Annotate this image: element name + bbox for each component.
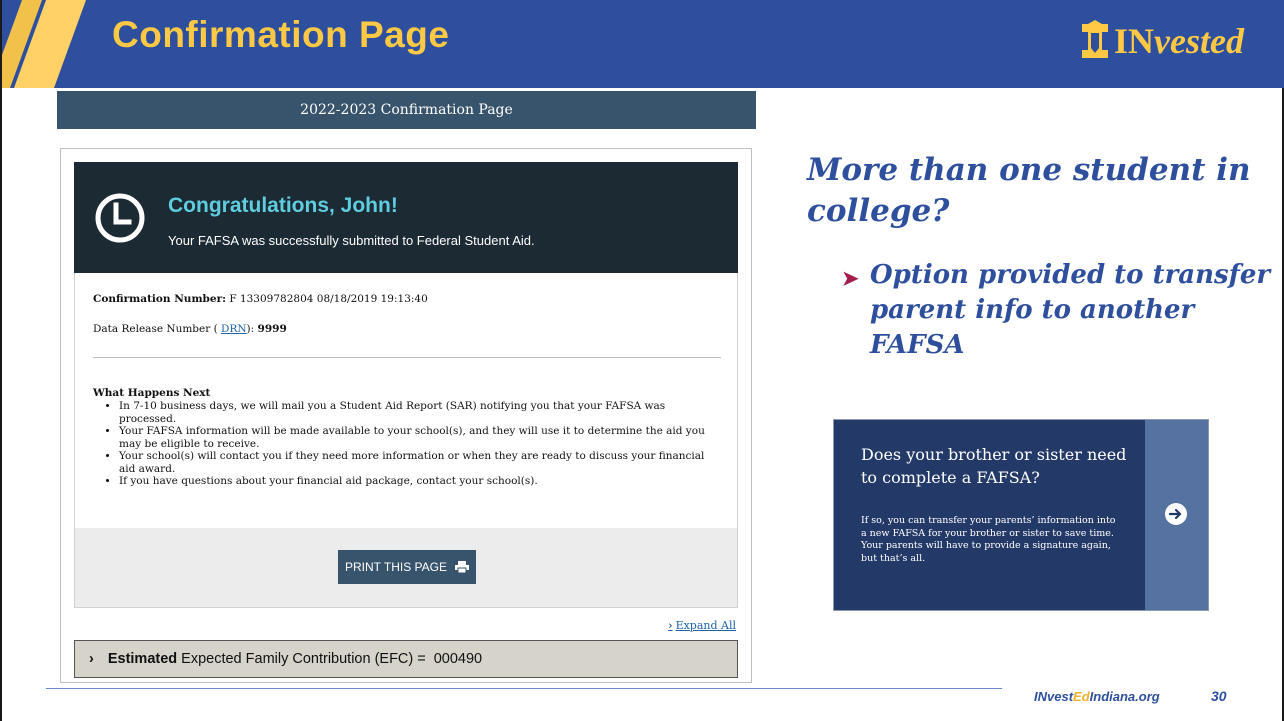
confirmation-page-bar: 2022-2023 Confirmation Page bbox=[57, 91, 756, 129]
indiana-logo-icon bbox=[1082, 20, 1109, 58]
print-button-label: PRINT THIS PAGE bbox=[344, 560, 448, 574]
expand-all-label: Expand All bbox=[675, 619, 736, 632]
chevron-right-icon: › bbox=[668, 619, 673, 632]
arrow-right-circle-icon bbox=[1165, 503, 1187, 525]
drn-line: Data Release Number ( DRN): 9999 bbox=[93, 323, 287, 335]
confirmation-number-label: Confirmation Number: bbox=[93, 293, 226, 305]
footer-url-suffix: Indiana.org bbox=[1089, 689, 1160, 704]
drn-prefix: Data Release Number ( bbox=[93, 323, 222, 335]
efc-label: Expected Family Contribution (EFC) = bbox=[181, 651, 426, 667]
what-happens-next-list: In 7-10 business days, we will mail you … bbox=[119, 400, 719, 488]
print-this-page-button[interactable]: PRINT THIS PAGE bbox=[338, 550, 476, 584]
print-area: PRINT THIS PAGE bbox=[74, 528, 738, 608]
slide-headline: More than one student in college? bbox=[807, 152, 1251, 229]
confirmation-details: Confirmation Number: F 13309782804 08/18… bbox=[74, 273, 738, 528]
bullet-arrow-icon: ➤ bbox=[842, 266, 859, 290]
bullet-text: Option provided to transfer parent info … bbox=[870, 260, 1271, 360]
logo-suffix: vested bbox=[1154, 21, 1244, 61]
drn-link[interactable]: DRN bbox=[221, 323, 247, 335]
slide-bullet: ➤ Option provided to transfer parent inf… bbox=[842, 258, 1282, 363]
what-happens-next-title: What Happens Next bbox=[93, 387, 211, 399]
confirmation-number-value: F 13309782804 08/18/2019 19:13:40 bbox=[225, 293, 428, 305]
printer-icon bbox=[455, 561, 470, 573]
slide-title: Confirmation Page bbox=[112, 14, 450, 55]
footer-url-prefix: INvest bbox=[1034, 689, 1074, 704]
slide-header: Confirmation Page INvested bbox=[2, 0, 1284, 88]
efc-accordion-row[interactable]: › Estimated Expected Family Contribution… bbox=[74, 640, 738, 678]
congrats-title: Congratulations, John! bbox=[168, 194, 398, 217]
expand-all-link[interactable]: › Expand All bbox=[668, 619, 736, 632]
slide: Confirmation Page INvested 2022-2023 Con… bbox=[0, 0, 1284, 721]
list-item: If you have questions about your financi… bbox=[119, 475, 719, 488]
efc-bold-label: Estimated bbox=[107, 651, 178, 667]
confirmation-screenshot: Congratulations, John! Your FAFSA was su… bbox=[60, 148, 752, 683]
drn-suffix: ): bbox=[246, 323, 258, 335]
congrats-banner: Congratulations, John! Your FAFSA was su… bbox=[74, 162, 738, 273]
page-number: 30 bbox=[1211, 688, 1227, 704]
congrats-subtitle: Your FAFSA was successfully submitted to… bbox=[168, 233, 535, 248]
efc-value: 000490 bbox=[433, 651, 483, 667]
confirmation-number-line: Confirmation Number: F 13309782804 08/18… bbox=[93, 293, 428, 305]
sibling-continue-button[interactable] bbox=[1145, 420, 1208, 610]
list-item: Your school(s) will contact you if they … bbox=[119, 450, 719, 475]
logo-prefix: IN bbox=[1114, 21, 1155, 61]
drn-value: 9999 bbox=[257, 323, 287, 335]
sibling-fafsa-card: Does your brother or sister need to comp… bbox=[833, 419, 1209, 611]
footer-url: INvestEdIndiana.org bbox=[1034, 689, 1160, 704]
divider bbox=[93, 357, 721, 358]
sibling-card-title: Does your brother or sister need to comp… bbox=[861, 445, 1127, 487]
logo-text: INvested bbox=[1114, 20, 1244, 62]
sibling-card-body: If so, you can transfer your parents’ in… bbox=[861, 515, 1116, 564]
clock-icon bbox=[95, 193, 145, 243]
footer-rule bbox=[46, 688, 1002, 689]
chevron-right-icon: › bbox=[89, 651, 94, 667]
footer-url-ed: Ed bbox=[1073, 689, 1090, 704]
list-item: In 7-10 business days, we will mail you … bbox=[119, 400, 719, 425]
confirmation-content: Congratulations, John! Your FAFSA was su… bbox=[74, 162, 738, 682]
list-item: Your FAFSA information will be made avai… bbox=[119, 425, 719, 450]
invested-logo: INvested bbox=[1078, 20, 1244, 62]
